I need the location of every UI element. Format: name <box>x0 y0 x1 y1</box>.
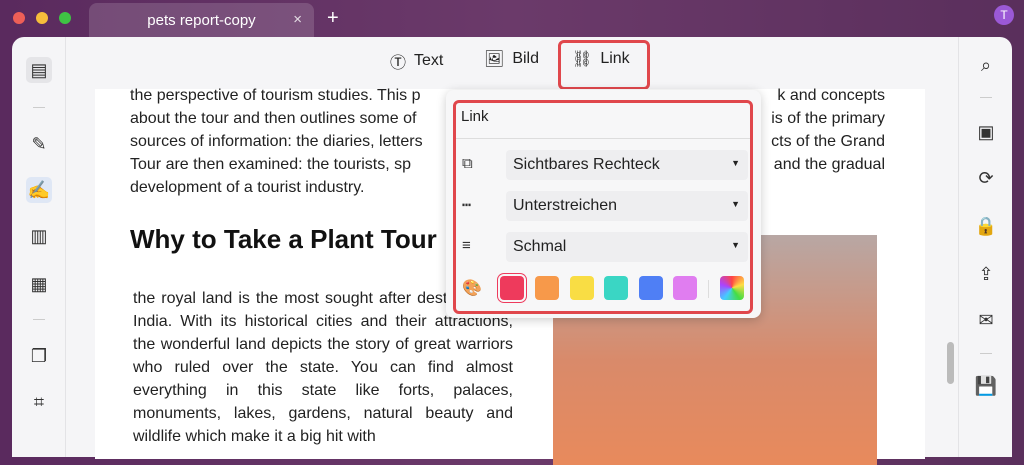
image-tool-button[interactable]: 🖼 Bild <box>484 49 539 69</box>
text-line: sources of information: the diaries, let… <box>130 133 423 150</box>
avatar[interactable]: T <box>994 5 1014 25</box>
edit-toolbar: Ⓣ Text 🖼 Bild ⛓ Link <box>66 37 958 89</box>
text-line: about the tour and then outlines some of <box>130 110 417 127</box>
text-label: Text <box>414 52 444 69</box>
left-sidebar: ▤ ✎ ✍ ▥ ▦ ❐ ⌗ <box>12 37 66 457</box>
convert-icon[interactable]: ⟳ <box>973 165 999 191</box>
text-tool-button[interactable]: Ⓣ Text <box>390 49 443 73</box>
divider <box>980 353 992 354</box>
right-sidebar: ⌕ ▣ ⟳ 🔒 ⇪ ✉ 💾 <box>958 37 1012 457</box>
save-icon[interactable]: 💾 <box>973 373 999 399</box>
share-icon[interactable]: ⇪ <box>973 261 999 287</box>
text-line: the perspective of tourism studies. This… <box>130 87 421 104</box>
text-line: Tour are then examined: the tourists, sp <box>130 156 412 173</box>
mail-icon[interactable]: ✉ <box>973 307 999 333</box>
pages-icon[interactable]: ▥ <box>26 223 52 249</box>
protect-icon[interactable]: 🔒 <box>973 213 999 239</box>
text-line: and the gradual <box>773 156 885 173</box>
form-icon[interactable]: ▦ <box>26 271 52 297</box>
text-line: cts of the Grand <box>771 133 885 150</box>
minimize-window-button[interactable] <box>36 12 48 24</box>
tab-title: pets report-copy <box>147 11 256 29</box>
close-tab-icon[interactable]: × <box>293 11 302 28</box>
link-panel-highlight <box>453 100 753 314</box>
divider <box>980 97 992 98</box>
reader-icon[interactable]: ▤ <box>26 57 52 83</box>
section-heading: Why to Take a Plant Tour <box>130 224 437 254</box>
text-line: k and concepts <box>777 87 885 104</box>
highlight-icon[interactable]: ✎ <box>26 131 52 157</box>
search-icon[interactable]: ⌕ <box>973 52 999 78</box>
image-icon: 🖼 <box>484 51 505 68</box>
text-icon: Ⓣ <box>390 55 407 72</box>
edit-icon[interactable]: ✍ <box>26 177 52 203</box>
tab-pets-report-copy[interactable]: pets report-copy × <box>89 3 314 37</box>
maximize-window-button[interactable] <box>59 12 71 24</box>
crop-icon[interactable]: ⌗ <box>26 389 52 415</box>
organize-icon[interactable]: ❐ <box>26 343 52 369</box>
new-tab-button[interactable]: + <box>327 7 339 30</box>
divider <box>33 319 45 320</box>
ocr-icon[interactable]: ▣ <box>973 119 999 145</box>
link-tool-highlight <box>558 40 650 90</box>
image-label: Bild <box>512 50 539 67</box>
text-line: is of the primary <box>771 110 885 127</box>
scrollbar[interactable] <box>947 342 954 384</box>
text-line: development of a tourist industry. <box>130 179 365 196</box>
divider <box>33 107 45 108</box>
close-window-button[interactable] <box>13 12 25 24</box>
